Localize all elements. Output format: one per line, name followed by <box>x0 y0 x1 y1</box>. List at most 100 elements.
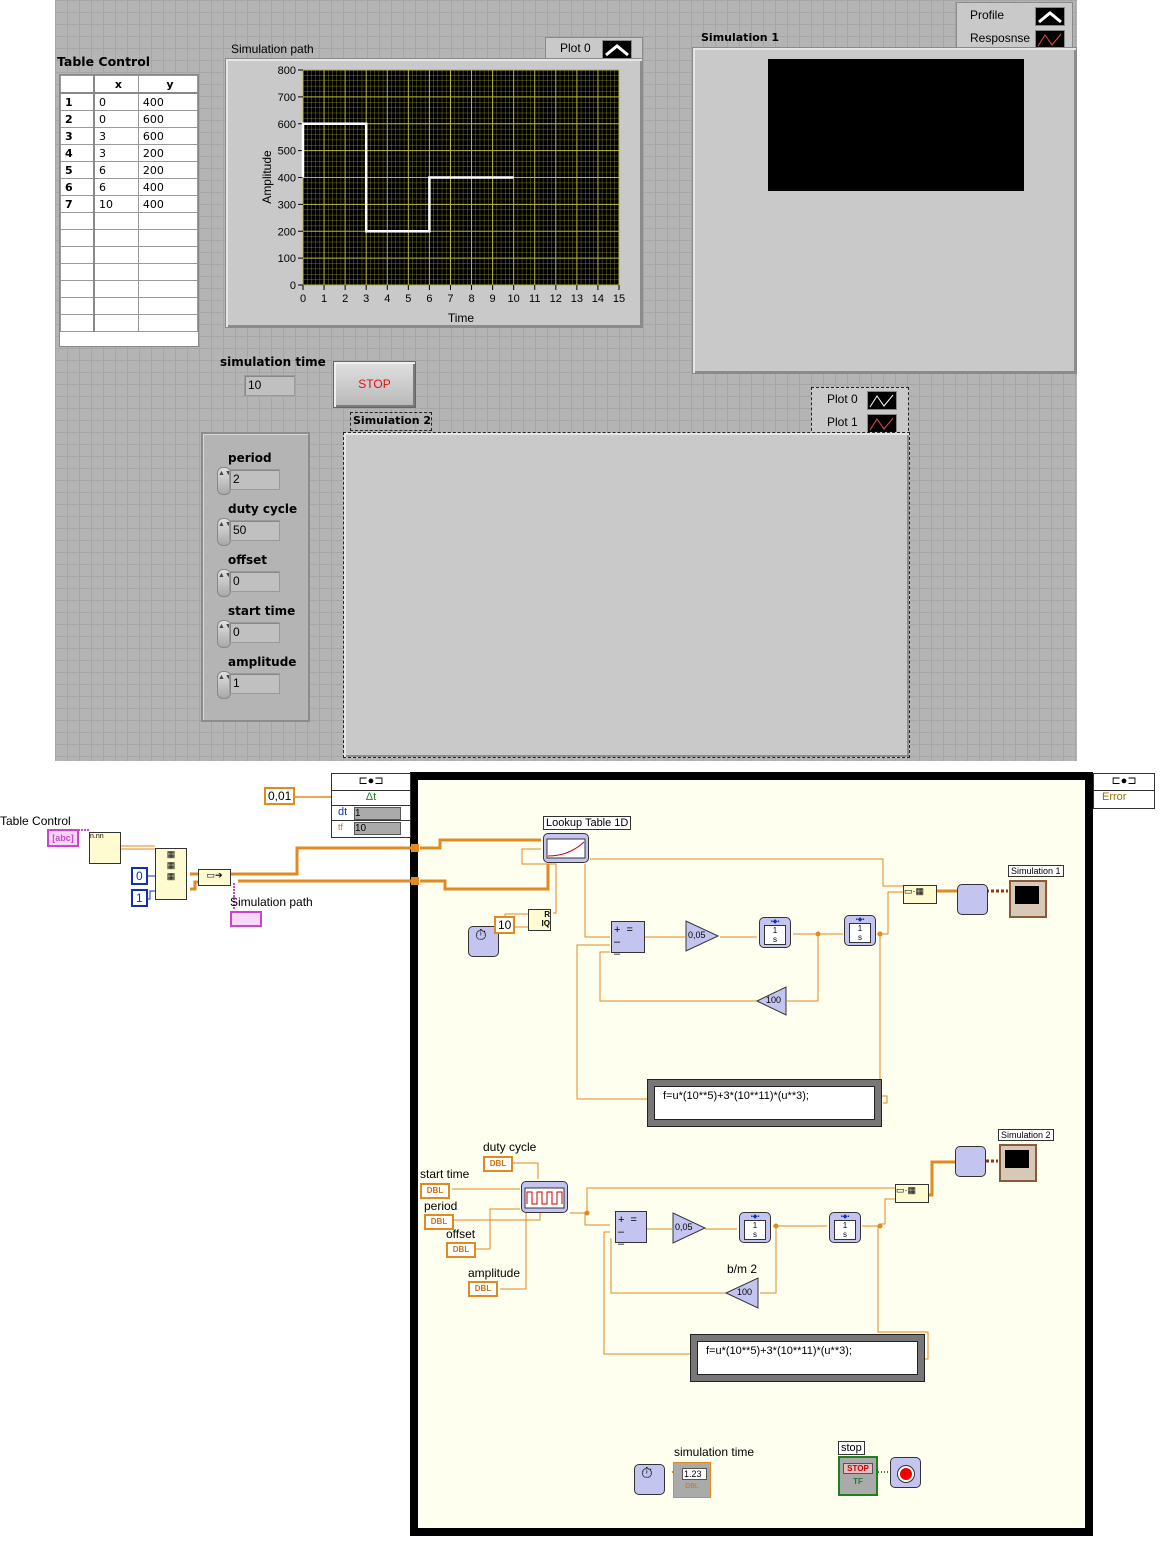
table-cell[interactable] <box>60 280 95 298</box>
table-control[interactable]: x y 1 0 400 2 0 600 3 3 600 4 3 200 5 6 200 6 6 400 7 10 400 <box>59 74 199 347</box>
index-constant-1[interactable]: 1 <box>131 889 148 907</box>
table-control-grid[interactable]: x y 1 0 400 2 0 600 3 3 600 4 3 200 5 6 200 6 6 400 7 10 400 <box>60 75 199 332</box>
table-cell[interactable] <box>60 229 95 247</box>
table-cell[interactable] <box>137 229 199 247</box>
wf-control-field[interactable]: 0 <box>229 622 280 643</box>
dt-value[interactable]: 1 <box>354 807 401 820</box>
table-cell[interactable]: 200 <box>137 144 199 162</box>
table-cell[interactable]: 200 <box>137 161 199 179</box>
table-cell[interactable] <box>60 314 95 332</box>
table-cell[interactable]: 600 <box>137 127 199 145</box>
simulation-2-plot[interactable] <box>344 433 909 757</box>
simulation-1-legend[interactable]: Profile Resposnse <box>956 2 1073 50</box>
table-cell[interactable] <box>60 297 95 315</box>
table-cell[interactable]: 400 <box>137 195 199 213</box>
simulation-time-field[interactable]: 10 <box>244 375 295 396</box>
string-to-number-node[interactable]: n.nn <box>89 832 121 864</box>
table-row[interactable]: 2 0 600 <box>60 110 199 128</box>
collector-node-2[interactable] <box>955 1146 986 1177</box>
integrator-3[interactable]: ▪◆▪ 1 s <box>739 1212 771 1243</box>
duty-cycle-terminal[interactable]: DBL <box>483 1156 513 1172</box>
stop-terminal[interactable]: STOP TF <box>838 1456 878 1496</box>
table-cell[interactable] <box>93 246 139 264</box>
quotient-remainder-node[interactable]: R IQ <box>528 909 551 931</box>
table-cell[interactable]: 0 <box>93 92 139 111</box>
collector-node-1[interactable] <box>957 884 988 915</box>
integrator-1[interactable]: ▪◆▪ 1 s <box>759 917 791 948</box>
table-cell[interactable]: 6 <box>93 161 139 179</box>
table-cell[interactable]: 0 <box>93 110 139 128</box>
table-cell[interactable]: 400 <box>137 178 199 196</box>
table-row[interactable]: 5 6 200 <box>60 161 199 179</box>
table-cell[interactable]: 6 <box>93 178 139 196</box>
table-row-empty[interactable] <box>60 263 199 281</box>
table-cell[interactable] <box>93 263 139 281</box>
tf-value[interactable]: 10 <box>354 822 401 835</box>
offset-terminal[interactable]: DBL <box>446 1242 476 1258</box>
wf-control-field[interactable]: 1 <box>229 673 280 694</box>
integrator-4[interactable]: ▪◆▪ 1 s <box>829 1212 861 1243</box>
table-cell[interactable] <box>137 212 199 230</box>
index-constant-0[interactable]: 0 <box>131 867 148 885</box>
formula-text-2[interactable]: f=u*(10**5)+3*(10**11)*(u**3); <box>697 1341 918 1375</box>
simulation-path-terminal[interactable] <box>230 911 262 927</box>
table-row-empty[interactable] <box>60 314 199 332</box>
table-row-empty[interactable] <box>60 212 199 230</box>
simulation-time-indicator[interactable]: 1.23 DBL <box>673 1462 711 1498</box>
amplitude-terminal[interactable]: DBL <box>468 1281 498 1297</box>
table-cell[interactable] <box>137 246 199 264</box>
table-row[interactable]: 4 3 200 <box>60 144 199 162</box>
table-row-empty[interactable] <box>60 297 199 315</box>
lookup-table-node[interactable] <box>543 833 589 863</box>
start-time-terminal[interactable]: DBL <box>420 1183 450 1199</box>
sum-node-2[interactable]: + = – – <box>615 1211 647 1250</box>
table-cell[interactable] <box>93 229 139 247</box>
table-cell[interactable]: 3 <box>93 144 139 162</box>
table-cell[interactable]: 600 <box>137 110 199 128</box>
simulation-2-graph-terminal[interactable] <box>999 1144 1037 1182</box>
stop-button[interactable]: STOP <box>333 361 416 408</box>
build-array-node-1[interactable]: ▭·▦ <box>903 885 937 904</box>
elapsed-time-node[interactable]: ⏱ <box>634 1464 665 1495</box>
wf-control-field[interactable]: 50 <box>229 520 280 541</box>
table-row[interactable]: 6 6 400 <box>60 178 199 196</box>
divisor-constant[interactable]: 10 <box>494 916 516 934</box>
error-node[interactable]: ⊏●⊐ Error <box>1093 773 1155 809</box>
simulation-path-plot[interactable]: 01002003004005006007008000 1 2 3 4 5 6 7 8 9 10 11 1… <box>226 59 642 327</box>
sum-node-1[interactable]: + = – – <box>611 921 645 960</box>
table-cell[interactable] <box>93 297 139 315</box>
build-array-node-2[interactable]: ▭·▦ <box>895 1184 929 1203</box>
table-row[interactable]: 1 0 400 <box>60 92 199 111</box>
table-cell[interactable] <box>60 246 95 264</box>
step-size-constant[interactable]: 0,01 <box>264 787 296 805</box>
table-cell[interactable]: 3 <box>93 127 139 145</box>
table-control-terminal[interactable]: [abc] <box>47 829 79 847</box>
table-cell[interactable] <box>93 314 139 332</box>
table-cell[interactable] <box>60 212 95 230</box>
table-row[interactable]: 7 10 400 <box>60 195 199 213</box>
table-cell[interactable] <box>137 297 199 315</box>
table-cell[interactable]: 400 <box>137 92 199 111</box>
simulation-1-plot[interactable] <box>693 48 1076 373</box>
formula-text-1[interactable]: f=u*(10**5)+3*(10**11)*(u**3); <box>654 1086 875 1120</box>
table-row-empty[interactable] <box>60 246 199 264</box>
table-cell[interactable]: 10 <box>93 195 139 213</box>
table-row-empty[interactable] <box>60 229 199 247</box>
formula-node-2[interactable]: f=u*(10**5)+3*(10**11)*(u**3); <box>690 1334 925 1382</box>
simulation-2-legend[interactable]: Plot 0 Plot 1 <box>811 387 909 436</box>
integrator-2[interactable]: ▪◆▪ 1 s <box>844 915 876 946</box>
table-cell[interactable] <box>137 314 199 332</box>
table-cell[interactable] <box>60 263 95 281</box>
formula-node-1[interactable]: f=u*(10**5)+3*(10**11)*(u**3); <box>647 1079 882 1127</box>
table-cell[interactable] <box>137 280 199 298</box>
square-wave-node[interactable] <box>521 1181 568 1213</box>
loop-config-node[interactable]: ⊏●⊐ Δt dt 1 tf 10 <box>331 773 411 838</box>
table-cell[interactable] <box>93 280 139 298</box>
table-row[interactable]: 3 3 600 <box>60 127 199 145</box>
table-row-empty[interactable] <box>60 280 199 298</box>
simulation-1-graph-terminal[interactable] <box>1009 880 1047 918</box>
wf-control-field[interactable]: 2 <box>229 469 280 490</box>
wf-control-field[interactable]: 0 <box>229 571 280 592</box>
table-cell[interactable] <box>93 212 139 230</box>
table-cell[interactable] <box>137 263 199 281</box>
